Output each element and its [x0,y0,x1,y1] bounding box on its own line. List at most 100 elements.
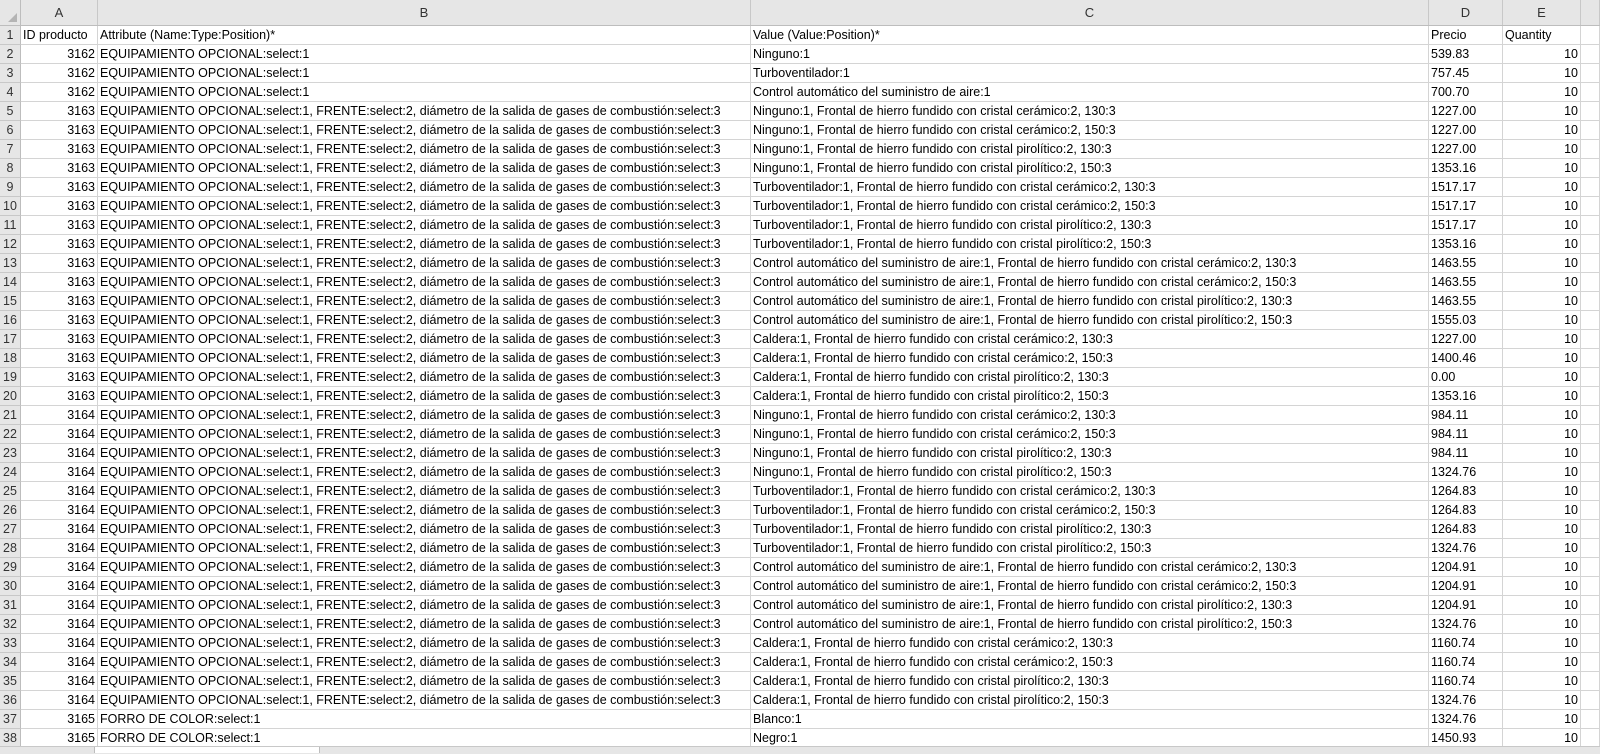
row-number[interactable]: 28 [0,539,21,558]
data-cell-id[interactable]: 3163 [21,197,98,216]
data-cell-attribute[interactable]: EQUIPAMIENTO OPCIONAL:select:1, FRENTE:s… [98,349,751,368]
data-cell-price[interactable]: 1400.46 [1429,349,1503,368]
data-cell-id[interactable]: 3164 [21,691,98,710]
data-cell-quantity[interactable]: 10 [1503,83,1581,102]
data-cell-quantity[interactable]: 10 [1503,102,1581,121]
data-cell-price[interactable]: 1227.00 [1429,102,1503,121]
data-cell-value[interactable]: Caldera:1, Frontal de hierro fundido con… [751,691,1429,710]
empty-cell[interactable] [1581,425,1600,444]
data-cell-value[interactable]: Turboventilador:1, Frontal de hierro fun… [751,482,1429,501]
data-cell-value[interactable]: Control automático del suministro de air… [751,254,1429,273]
data-cell-id[interactable]: 3163 [21,140,98,159]
data-cell-attribute[interactable]: EQUIPAMIENTO OPCIONAL:select:1, FRENTE:s… [98,387,751,406]
empty-cell[interactable] [1581,672,1600,691]
spreadsheet-grid[interactable]: A B C D E 1 ID producto Attribute (Name:… [0,0,1600,754]
data-cell-price[interactable]: 1463.55 [1429,254,1503,273]
data-cell-id[interactable]: 3164 [21,520,98,539]
data-cell-value[interactable]: Turboventilador:1, Frontal de hierro fun… [751,197,1429,216]
row-number[interactable]: 2 [0,45,21,64]
empty-cell[interactable] [1581,577,1600,596]
data-cell-price[interactable]: 700.70 [1429,83,1503,102]
data-cell-id[interactable]: 3163 [21,273,98,292]
data-cell-quantity[interactable]: 10 [1503,558,1581,577]
row-number[interactable]: 10 [0,197,21,216]
data-cell-attribute[interactable]: EQUIPAMIENTO OPCIONAL:select:1, FRENTE:s… [98,406,751,425]
empty-cell[interactable] [1581,444,1600,463]
empty-cell[interactable] [1581,710,1600,729]
data-cell-price[interactable]: 1463.55 [1429,273,1503,292]
data-cell-value[interactable]: Control automático del suministro de air… [751,83,1429,102]
data-cell-id[interactable]: 3164 [21,577,98,596]
header-cell-attribute[interactable]: Attribute (Name:Type:Position)* [98,26,751,45]
data-cell-value[interactable]: Control automático del suministro de air… [751,577,1429,596]
sheet-tab[interactable] [94,747,320,753]
data-cell-quantity[interactable]: 10 [1503,197,1581,216]
data-cell-value[interactable]: Ninguno:1, Frontal de hierro fundido con… [751,102,1429,121]
row-number[interactable]: 31 [0,596,21,615]
data-cell-value[interactable]: Control automático del suministro de air… [751,273,1429,292]
data-cell-price[interactable]: 1204.91 [1429,558,1503,577]
data-cell-value[interactable]: Caldera:1, Frontal de hierro fundido con… [751,387,1429,406]
data-cell-attribute[interactable]: EQUIPAMIENTO OPCIONAL:select:1, FRENTE:s… [98,273,751,292]
data-cell-id[interactable]: 3162 [21,45,98,64]
row-number[interactable]: 36 [0,691,21,710]
data-cell-attribute[interactable]: EQUIPAMIENTO OPCIONAL:select:1, FRENTE:s… [98,292,751,311]
data-cell-price[interactable]: 1227.00 [1429,330,1503,349]
row-number[interactable]: 14 [0,273,21,292]
row-number[interactable]: 34 [0,653,21,672]
data-cell-value[interactable]: Turboventilador:1, Frontal de hierro fun… [751,178,1429,197]
data-cell-value[interactable]: Ninguno:1, Frontal de hierro fundido con… [751,121,1429,140]
data-cell-id[interactable]: 3165 [21,710,98,729]
data-cell-price[interactable]: 1324.76 [1429,615,1503,634]
data-cell-id[interactable]: 3162 [21,83,98,102]
data-cell-id[interactable]: 3164 [21,463,98,482]
data-cell-quantity[interactable]: 10 [1503,596,1581,615]
data-cell-value[interactable]: Caldera:1, Frontal de hierro fundido con… [751,368,1429,387]
data-cell-value[interactable]: Caldera:1, Frontal de hierro fundido con… [751,653,1429,672]
data-cell-value[interactable]: Ninguno:1, Frontal de hierro fundido con… [751,463,1429,482]
data-cell-value[interactable]: Ninguno:1, Frontal de hierro fundido con… [751,140,1429,159]
row-number[interactable]: 21 [0,406,21,425]
data-cell-attribute[interactable]: EQUIPAMIENTO OPCIONAL:select:1 [98,83,751,102]
data-cell-price[interactable]: 1160.74 [1429,653,1503,672]
data-cell-attribute[interactable]: EQUIPAMIENTO OPCIONAL:select:1, FRENTE:s… [98,102,751,121]
data-cell-id[interactable]: 3164 [21,596,98,615]
data-cell-price[interactable]: 1160.74 [1429,634,1503,653]
data-cell-attribute[interactable]: EQUIPAMIENTO OPCIONAL:select:1, FRENTE:s… [98,235,751,254]
empty-cell[interactable] [1581,653,1600,672]
data-cell-quantity[interactable]: 10 [1503,311,1581,330]
row-number[interactable]: 24 [0,463,21,482]
data-cell-id[interactable]: 3163 [21,349,98,368]
select-all-corner[interactable] [0,0,21,25]
row-number[interactable]: 32 [0,615,21,634]
data-cell-id[interactable]: 3164 [21,444,98,463]
row-number[interactable]: 29 [0,558,21,577]
data-cell-price[interactable]: 1264.83 [1429,482,1503,501]
data-cell-id[interactable]: 3164 [21,425,98,444]
data-cell-price[interactable]: 1463.55 [1429,292,1503,311]
row-number[interactable]: 6 [0,121,21,140]
data-cell-attribute[interactable]: EQUIPAMIENTO OPCIONAL:select:1, FRENTE:s… [98,368,751,387]
data-cell-price[interactable]: 1204.91 [1429,577,1503,596]
empty-cell[interactable] [1581,311,1600,330]
data-cell-quantity[interactable]: 10 [1503,140,1581,159]
data-cell-quantity[interactable]: 10 [1503,577,1581,596]
data-cell-id[interactable]: 3164 [21,558,98,577]
data-cell-quantity[interactable]: 10 [1503,653,1581,672]
data-cell-attribute[interactable]: EQUIPAMIENTO OPCIONAL:select:1, FRENTE:s… [98,539,751,558]
data-cell-attribute[interactable]: EQUIPAMIENTO OPCIONAL:select:1, FRENTE:s… [98,254,751,273]
data-cell-id[interactable]: 3164 [21,634,98,653]
data-cell-value[interactable]: Control automático del suministro de air… [751,292,1429,311]
row-number[interactable]: 35 [0,672,21,691]
data-cell-price[interactable]: 1353.16 [1429,159,1503,178]
row-number[interactable]: 17 [0,330,21,349]
data-cell-quantity[interactable]: 10 [1503,691,1581,710]
data-cell-price[interactable]: 1517.17 [1429,178,1503,197]
data-cell-quantity[interactable]: 10 [1503,64,1581,83]
data-cell-value[interactable]: Blanco:1 [751,710,1429,729]
row-number[interactable]: 8 [0,159,21,178]
data-cell-id[interactable]: 3164 [21,539,98,558]
empty-cell[interactable] [1581,235,1600,254]
data-cell-attribute[interactable]: EQUIPAMIENTO OPCIONAL:select:1, FRENTE:s… [98,482,751,501]
data-cell-quantity[interactable]: 10 [1503,444,1581,463]
